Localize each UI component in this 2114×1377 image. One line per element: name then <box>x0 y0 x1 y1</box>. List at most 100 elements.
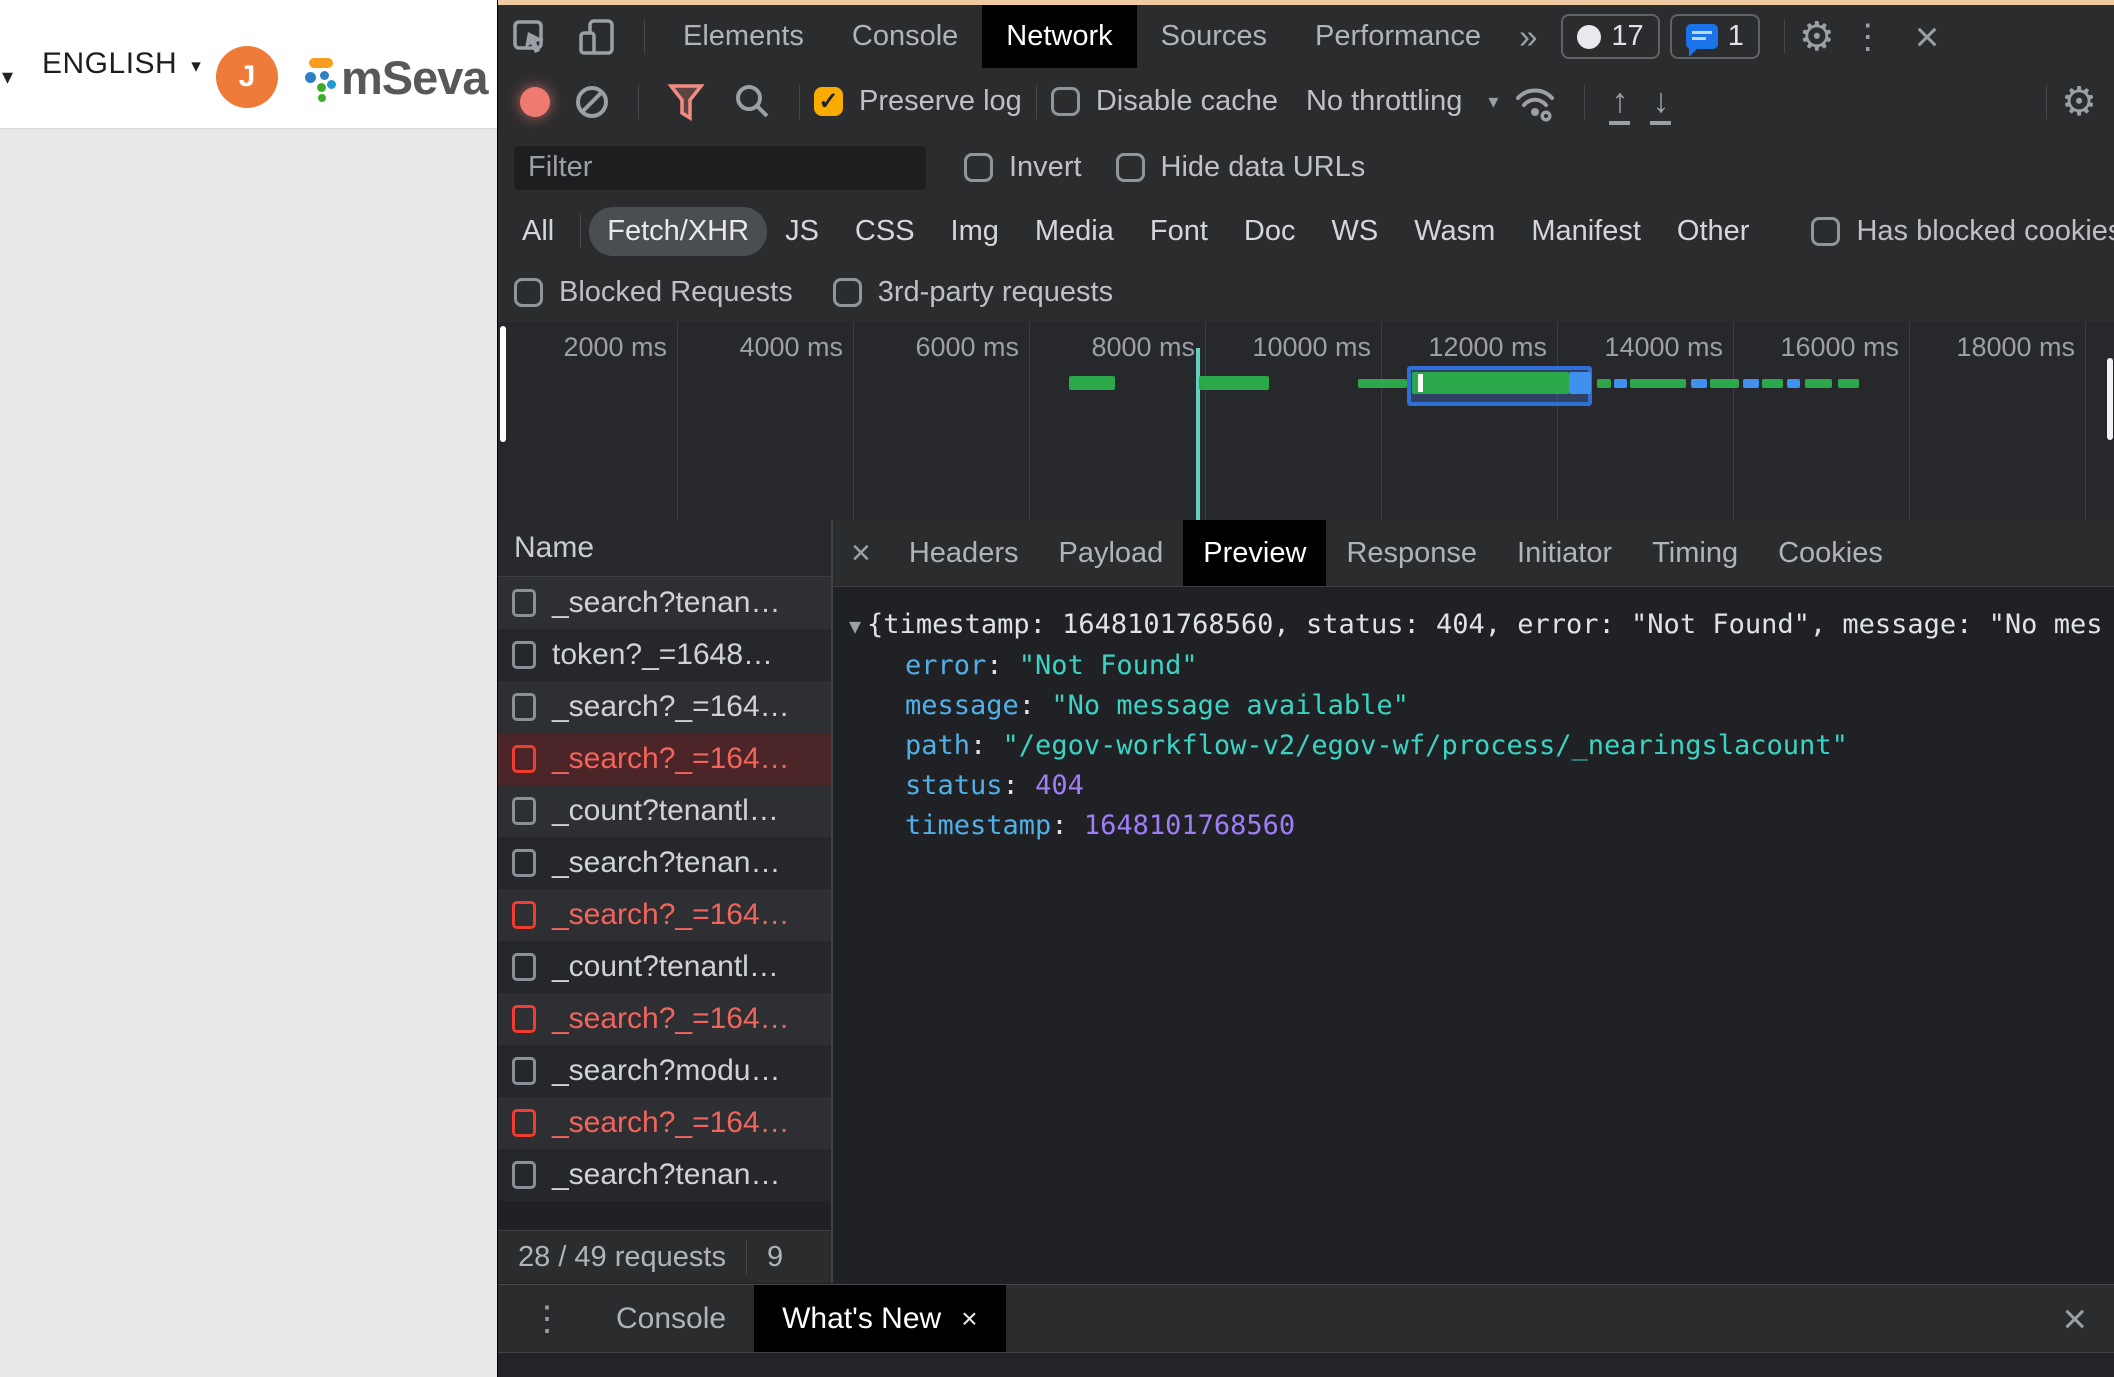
expander-triangle-icon[interactable]: ▼ <box>849 606 861 646</box>
settings-gear-icon[interactable]: ⚙ <box>1799 14 1835 60</box>
preserve-log-checkbox[interactable]: ✓ <box>814 87 843 116</box>
devtools-close-icon[interactable]: × <box>1901 16 1954 58</box>
timeline-tick-label: 18000 ms <box>1875 332 2075 363</box>
detail-tab-payload[interactable]: Payload <box>1038 520 1183 586</box>
request-row[interactable]: _count?tenantl… <box>498 785 831 837</box>
tab-network[interactable]: Network <box>982 5 1136 68</box>
chip-img[interactable]: Img <box>933 207 1017 256</box>
request-name: token?_=1648… <box>552 638 773 672</box>
request-error-icon <box>512 1109 536 1137</box>
json-root-line[interactable]: ▼ {timestamp: 1648101768560, status: 404… <box>849 605 2114 646</box>
tab-sources[interactable]: Sources <box>1137 5 1291 68</box>
disable-cache-label: Disable cache <box>1096 85 1278 118</box>
timeline-scrollbar-thumb[interactable] <box>2107 358 2113 440</box>
inspect-element-icon[interactable] <box>498 5 564 68</box>
request-name: _search?_=164… <box>552 690 790 724</box>
drawer-tab-console[interactable]: Console <box>588 1285 754 1353</box>
search-icon[interactable] <box>719 68 785 135</box>
avatar[interactable]: J <box>216 46 278 108</box>
request-row[interactable]: _search?tenan… <box>498 577 831 629</box>
detail-tab-timing[interactable]: Timing <box>1632 520 1758 586</box>
preview-json: ▼ {timestamp: 1648101768560, status: 404… <box>833 587 2114 1283</box>
third-party-toggle[interactable]: 3rd-party requests <box>833 276 1113 309</box>
messages-badge[interactable]: 1 <box>1670 14 1760 59</box>
filter-funnel-icon[interactable] <box>653 68 719 135</box>
hide-data-urls-toggle[interactable]: Hide data URLs <box>1116 151 1366 184</box>
blocked-requests-checkbox[interactable] <box>514 278 543 307</box>
detail-tab-preview[interactable]: Preview <box>1183 520 1326 586</box>
blocked-requests-toggle[interactable]: Blocked Requests <box>514 276 793 309</box>
invert-toggle[interactable]: Invert <box>964 151 1082 184</box>
json-value: 1648101768560 <box>1084 810 1295 841</box>
close-whats-new-icon[interactable]: × <box>961 1303 977 1335</box>
tab-elements[interactable]: Elements <box>659 5 828 68</box>
chip-ws[interactable]: WS <box>1314 207 1397 256</box>
chip-media[interactable]: Media <box>1017 207 1132 256</box>
disable-cache-checkbox[interactable] <box>1051 87 1080 116</box>
detail-tab-initiator[interactable]: Initiator <box>1497 520 1632 586</box>
network-settings-gear-icon[interactable]: ⚙ <box>2061 79 2097 125</box>
has-blocked-cookies-checkbox[interactable] <box>1811 217 1840 246</box>
chip-font[interactable]: Font <box>1132 207 1226 256</box>
request-name: _count?tenantl… <box>552 794 779 828</box>
request-row[interactable]: token?_=1648… <box>498 629 831 681</box>
hide-data-urls-label: Hide data URLs <box>1161 151 1366 184</box>
chat-bubble-icon <box>1686 24 1718 49</box>
devtools-menu-icon[interactable]: ⋮ <box>1835 17 1901 57</box>
request-row[interactable]: _search?modu… <box>498 1045 831 1097</box>
messages-count: 1 <box>1728 20 1744 53</box>
more-tabs-icon[interactable]: » <box>1505 18 1551 56</box>
chip-manifest[interactable]: Manifest <box>1513 207 1659 256</box>
detail-tab-cookies[interactable]: Cookies <box>1758 520 1903 586</box>
has-blocked-cookies-toggle[interactable]: Has blocked cookies <box>1811 215 2114 248</box>
network-conditions-icon[interactable] <box>1498 68 1570 135</box>
chip-css[interactable]: CSS <box>837 207 933 256</box>
preserve-log-toggle[interactable]: ✓ Preserve log <box>814 85 1022 118</box>
clear-icon[interactable] <box>560 68 624 135</box>
edge-caret-icon[interactable]: ▾ <box>2 64 13 90</box>
request-filters-row: Blocked Requests 3rd-party requests <box>498 262 2114 322</box>
request-doc-icon <box>512 641 536 669</box>
name-column-header[interactable]: Name <box>498 520 831 577</box>
tab-console[interactable]: Console <box>828 5 982 68</box>
language-selector[interactable]: ENGLISH ▾ <box>42 47 201 81</box>
request-row[interactable]: _count?tenantl… <box>498 941 831 993</box>
requests-footer: 28 / 49 requests 9 <box>498 1230 831 1283</box>
detail-tab-headers[interactable]: Headers <box>889 520 1039 586</box>
export-har-icon[interactable]: ↓ <box>1640 82 1681 121</box>
timeline-activity-segment <box>1710 379 1739 388</box>
request-row[interactable]: _search?tenan… <box>498 1149 831 1201</box>
chip-doc[interactable]: Doc <box>1226 207 1314 256</box>
chip-js[interactable]: JS <box>767 207 837 256</box>
request-row[interactable]: _search?_=164… <box>498 733 831 785</box>
drawer-tab-whats-new[interactable]: What's New × <box>754 1285 1005 1353</box>
invert-checkbox[interactable] <box>964 153 993 182</box>
third-party-checkbox[interactable] <box>833 278 862 307</box>
timeline-activity-segment <box>1199 376 1269 390</box>
request-type-filter-row: All Fetch/XHRJSCSSImgMediaFontDocWSWasmMa… <box>498 200 2114 262</box>
request-row[interactable]: _search?_=164… <box>498 993 831 1045</box>
device-toolbar-icon[interactable] <box>564 5 630 68</box>
detail-tab-response[interactable]: Response <box>1326 520 1497 586</box>
request-row[interactable]: _search?tenan… <box>498 837 831 889</box>
throttling-select[interactable]: No throttling ▾ <box>1306 85 1498 118</box>
tab-performance[interactable]: Performance <box>1291 5 1505 68</box>
chip-other[interactable]: Other <box>1659 207 1768 256</box>
drawer-close-icon[interactable]: × <box>2048 1298 2101 1340</box>
request-doc-icon <box>512 589 536 617</box>
request-row[interactable]: _search?_=164… <box>498 889 831 941</box>
drawer-menu-icon[interactable]: ⋮ <box>506 1299 588 1339</box>
disable-cache-toggle[interactable]: Disable cache <box>1051 85 1278 118</box>
request-row[interactable]: _search?_=164… <box>498 1097 831 1149</box>
import-har-icon[interactable]: ↑ <box>1599 82 1640 121</box>
chip-fetch-xhr[interactable]: Fetch/XHR <box>589 207 767 256</box>
network-overview-timeline[interactable]: 2000 ms4000 ms6000 ms8000 ms10000 ms1200… <box>498 322 2114 521</box>
record-button[interactable] <box>520 87 550 117</box>
chip-all[interactable]: All <box>504 207 572 256</box>
chip-wasm[interactable]: Wasm <box>1396 207 1513 256</box>
filter-input[interactable] <box>514 146 926 190</box>
issues-badge[interactable]: 17 <box>1561 14 1659 59</box>
close-detail-icon[interactable]: × <box>833 536 889 570</box>
request-row[interactable]: _search?_=164… <box>498 681 831 733</box>
hide-data-urls-checkbox[interactable] <box>1116 153 1145 182</box>
